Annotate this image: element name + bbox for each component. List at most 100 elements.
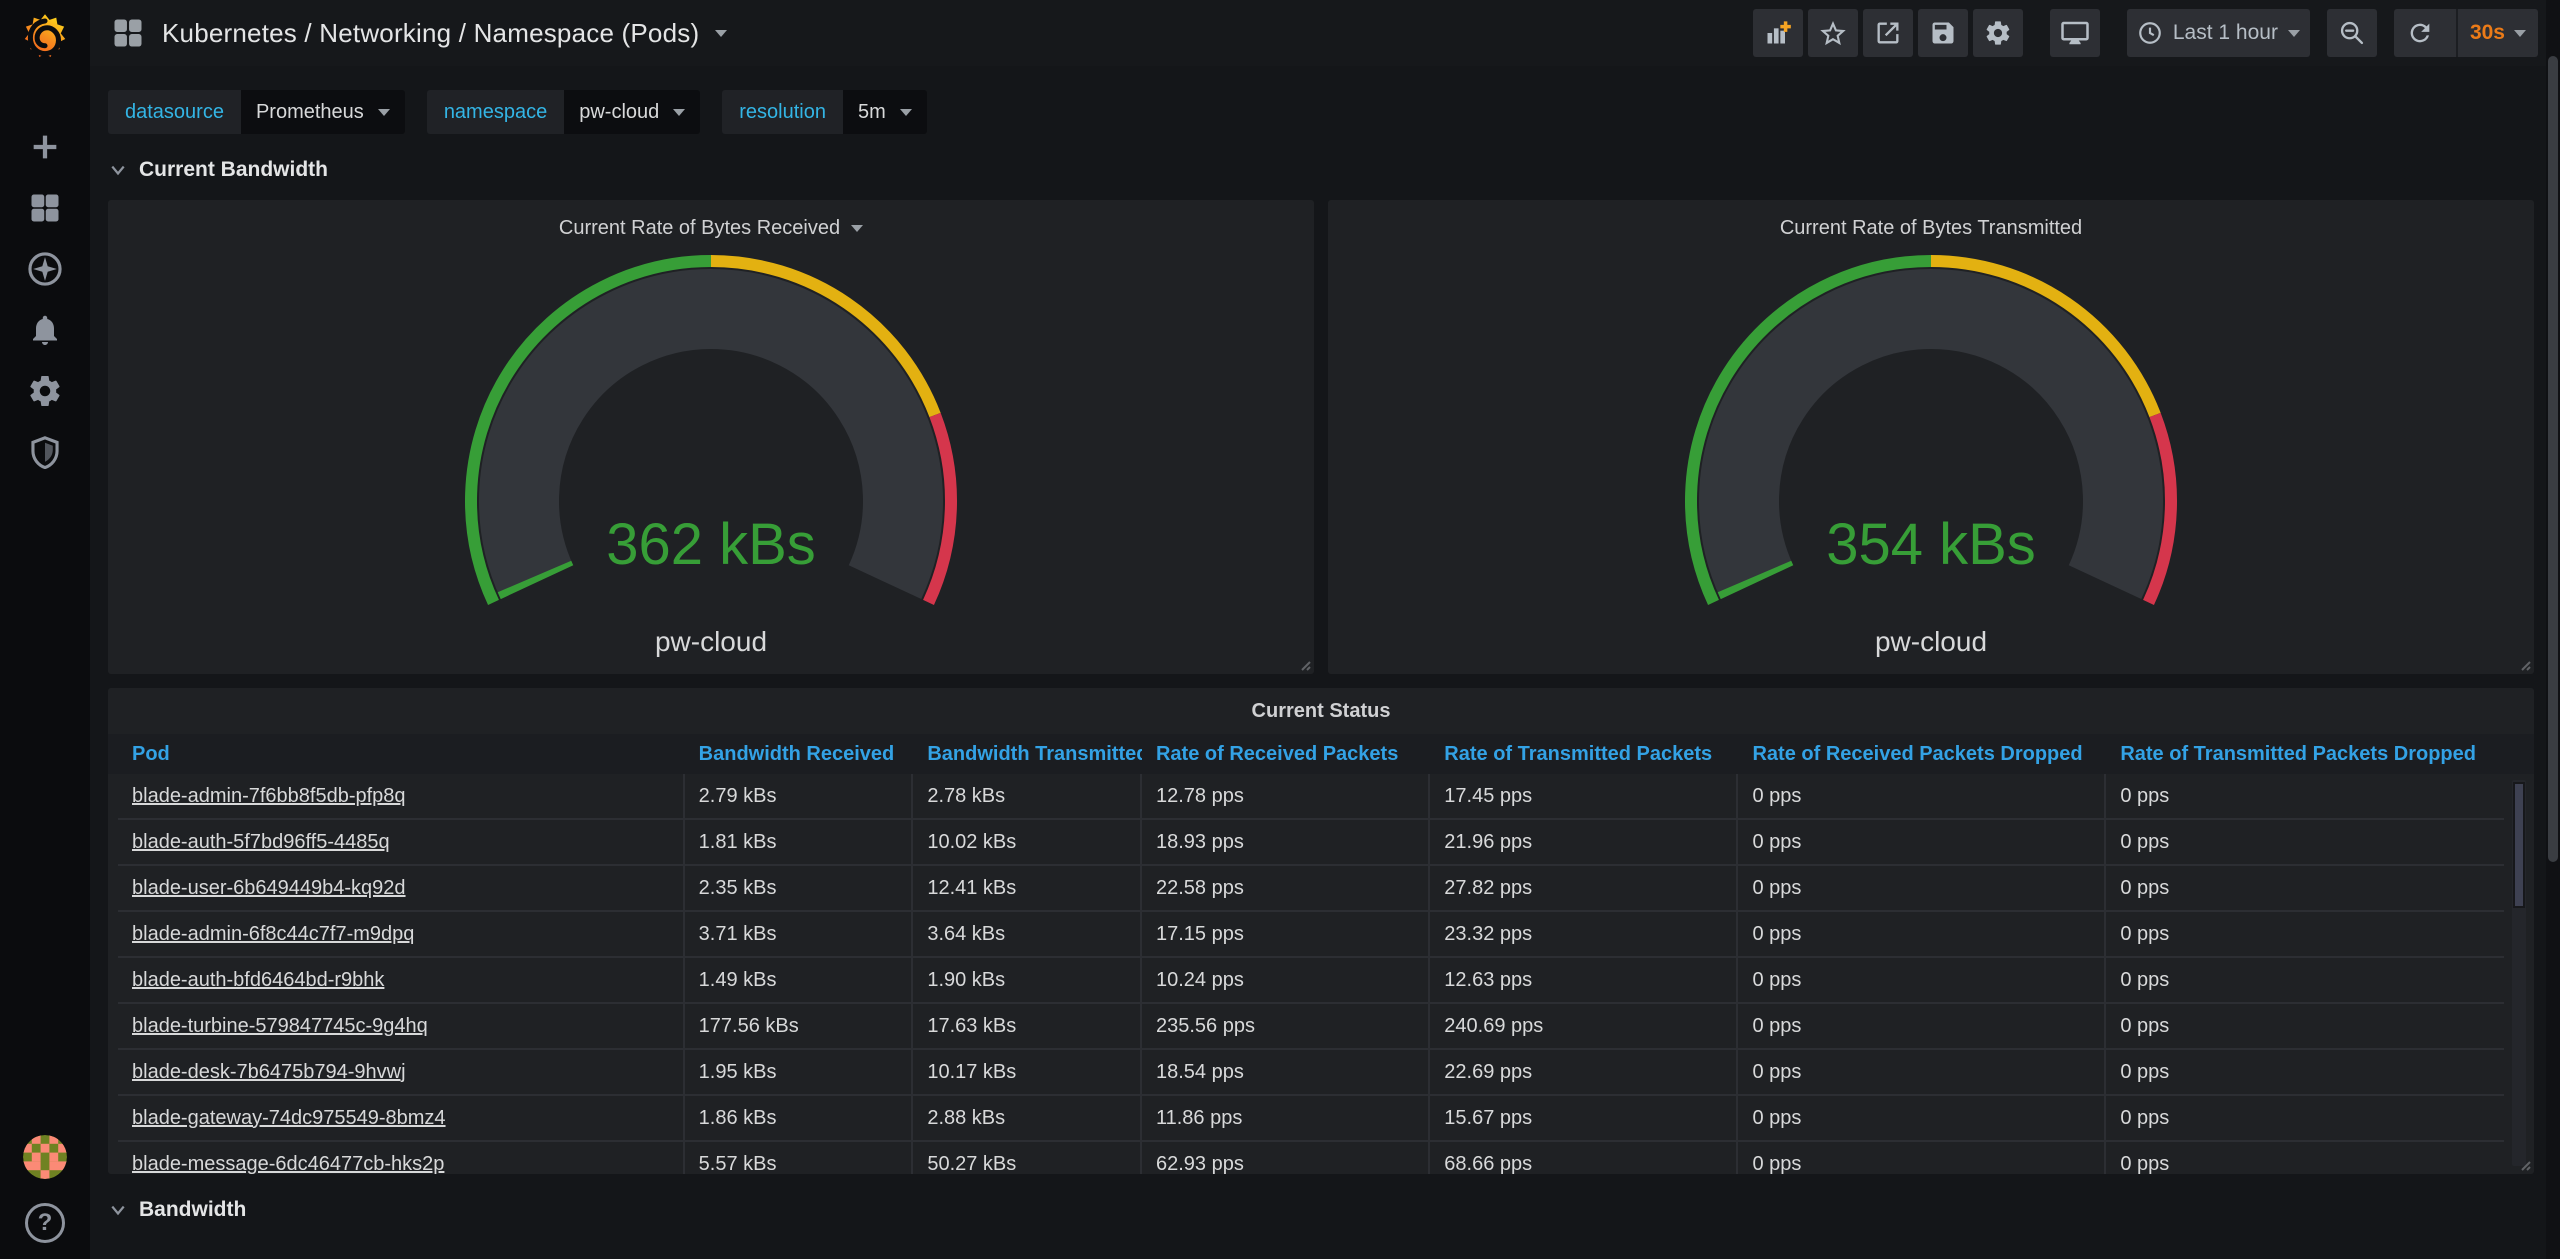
resolution-value: 5m (858, 101, 886, 124)
pod-link[interactable]: blade-admin-7f6bb8f5db-pfp8q (118, 774, 685, 818)
variable-resolution: resolution 5m (722, 90, 927, 134)
datasource-select[interactable]: Prometheus (241, 90, 405, 134)
table-cell: 2.88 kBs (913, 1096, 1142, 1140)
column-header[interactable]: Rate of Transmitted Packets Dropped (2106, 743, 2504, 766)
save-button[interactable] (1918, 9, 1968, 57)
column-header[interactable]: Pod (118, 743, 685, 766)
table-header-row: PodBandwidth ReceivedBandwidth Transmitt… (108, 734, 2534, 774)
dashboards-grid-icon[interactable] (23, 189, 67, 227)
table-row: blade-turbine-579847745c-9g4hq177.56 kBs… (118, 1004, 2504, 1050)
panel-title: Current Rate of Bytes Received (559, 217, 840, 240)
variable-label: datasource (108, 90, 241, 134)
panel-menu-caret-icon (851, 225, 863, 232)
table-cell: 27.82 pps (1430, 866, 1738, 910)
pod-link[interactable]: blade-desk-7b6475b794-9hvwj (118, 1050, 685, 1094)
star-button[interactable] (1808, 9, 1858, 57)
clock-icon (2137, 20, 2163, 46)
panel-resize-handle[interactable] (2516, 656, 2531, 671)
table-cell: 0 pps (1738, 866, 2106, 910)
dashboard-title-button[interactable]: Kubernetes / Networking / Namespace (Pod… (110, 15, 1753, 51)
time-range-picker[interactable]: Last 1 hour (2127, 9, 2310, 57)
table-cell: 18.93 pps (1142, 820, 1430, 864)
table-cell: 0 pps (1738, 1142, 2106, 1174)
table-scrollbar-thumb[interactable] (2513, 782, 2525, 908)
page-scrollbar[interactable] (2546, 0, 2560, 1259)
table-cell: 0 pps (2106, 866, 2504, 910)
table-row: blade-auth-5f7bd96ff5-4485q1.81 kBs10.02… (118, 820, 2504, 866)
dashboard-canvas: datasource Prometheus namespace pw-cloud… (90, 66, 2560, 1259)
pod-link[interactable]: blade-turbine-579847745c-9g4hq (118, 1004, 685, 1048)
table-cell: 0 pps (2106, 820, 2504, 864)
plus-glyph (1780, 21, 1791, 31)
table-row: blade-auth-bfd6464bd-r9bhk1.49 kBs1.90 k… (118, 958, 2504, 1004)
pod-link[interactable]: blade-user-6b649449b4-kq92d (118, 866, 685, 910)
pod-link[interactable]: blade-auth-5f7bd96ff5-4485q (118, 820, 685, 864)
refresh-interval-button[interactable]: 30s (2456, 9, 2538, 57)
chevron-down-icon (378, 109, 390, 116)
table-cell: 0 pps (2106, 1004, 2504, 1048)
panel-resize-handle[interactable] (2516, 1156, 2531, 1171)
resolution-select[interactable]: 5m (843, 90, 927, 134)
create-plus-icon[interactable] (23, 128, 67, 166)
explore-compass-icon[interactable] (23, 250, 67, 288)
table-cell: 0 pps (1738, 912, 2106, 956)
column-header[interactable]: Rate of Transmitted Packets (1430, 743, 1738, 766)
dashboard-settings-button[interactable] (1973, 9, 2023, 57)
table-cell: 2.78 kBs (913, 774, 1142, 818)
table-cell: 1.86 kBs (685, 1096, 914, 1140)
share-button[interactable] (1863, 9, 1913, 57)
refresh-button[interactable] (2394, 9, 2446, 57)
datasource-value: Prometheus (256, 101, 364, 124)
namespace-select[interactable]: pw-cloud (564, 90, 700, 134)
section-title: Current Bandwidth (139, 158, 328, 182)
navbar: Kubernetes / Networking / Namespace (Pod… (90, 0, 2560, 66)
template-variables: datasource Prometheus namespace pw-cloud… (108, 90, 2534, 134)
add-panel-button[interactable] (1753, 9, 1803, 57)
column-header[interactable]: Bandwidth Received (685, 743, 914, 766)
row-current-bandwidth[interactable]: Current Bandwidth (110, 152, 2534, 188)
panel-resize-handle[interactable] (1296, 656, 1311, 671)
server-admin-shield-icon[interactable] (23, 433, 67, 471)
configuration-gear-icon[interactable] (23, 372, 67, 410)
column-header[interactable]: Rate of Received Packets (1142, 743, 1430, 766)
table-cell: 22.69 pps (1430, 1050, 1738, 1094)
table-cell: 235.56 pps (1142, 1004, 1430, 1048)
page-scrollbar-thumb[interactable] (2548, 56, 2558, 862)
row-bandwidth[interactable]: Bandwidth (110, 1192, 2534, 1228)
pod-link[interactable]: blade-auth-bfd6464bd-r9bhk (118, 958, 685, 1002)
grafana-logo-icon[interactable] (16, 10, 74, 68)
svg-text:362 kBs: 362 kBs (606, 512, 816, 577)
cycle-view-mode-button[interactable] (2050, 9, 2100, 57)
panel-bytes-received: Current Rate of Bytes Received 362 kBs p… (108, 200, 1314, 674)
table-cell: 10.17 kBs (913, 1050, 1142, 1094)
table-cell: 1.95 kBs (685, 1050, 914, 1094)
help-icon[interactable]: ? (25, 1203, 65, 1243)
panel-title[interactable]: Current Status (108, 688, 2534, 734)
alerting-bell-icon[interactable] (23, 311, 67, 349)
table-cell: 0 pps (2106, 774, 2504, 818)
pod-link[interactable]: blade-message-6dc46477cb-hks2p (118, 1142, 685, 1174)
user-avatar[interactable] (23, 1135, 67, 1179)
table-row: blade-desk-7b6475b794-9hvwj1.95 kBs10.17… (118, 1050, 2504, 1096)
table-cell: 10.02 kBs (913, 820, 1142, 864)
grafana-app: ? Kubernetes / Networking / Namespace (P… (0, 0, 2560, 1259)
table-cell: 21.96 pps (1430, 820, 1738, 864)
pod-link[interactable]: blade-gateway-74dc975549-8bmz4 (118, 1096, 685, 1140)
chevron-down-icon (110, 164, 126, 176)
table-cell: 0 pps (2106, 1142, 2504, 1174)
panel-bytes-transmitted: Current Rate of Bytes Transmitted 354 kB… (1328, 200, 2534, 674)
table-row: blade-gateway-74dc975549-8bmz41.86 kBs2.… (118, 1096, 2504, 1142)
panel-title: Current Rate of Bytes Transmitted (1780, 217, 2082, 240)
column-header[interactable]: Bandwidth Transmitted (913, 743, 1142, 766)
table-cell: 0 pps (2106, 958, 2504, 1002)
table-cell: 0 pps (1738, 1004, 2106, 1048)
pod-link[interactable]: blade-admin-6f8c44c7f7-m9dpq (118, 912, 685, 956)
panel-title-button[interactable]: Current Rate of Bytes Transmitted (1780, 214, 2082, 242)
table-cell: 2.35 kBs (685, 866, 914, 910)
column-header[interactable]: Rate of Received Packets Dropped (1738, 743, 2106, 766)
table-cell: 10.24 pps (1142, 958, 1430, 1002)
table-cell: 1.49 kBs (685, 958, 914, 1002)
refresh-interval-label: 30s (2470, 21, 2505, 45)
zoom-out-button[interactable] (2327, 9, 2377, 57)
panel-title-button[interactable]: Current Rate of Bytes Received (559, 214, 863, 242)
